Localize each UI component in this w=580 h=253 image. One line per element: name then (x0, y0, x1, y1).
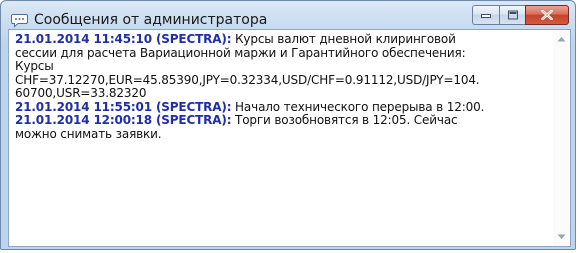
message-text: можно снимать заявки. (15, 126, 162, 141)
admin-messages-window: Сообщения от администратора 21.01.2014 1… (0, 0, 576, 250)
chat-bubble-icon (11, 13, 28, 28)
message-timestamp: 21.01.2014 11:45:10 (SPECTRA): (15, 32, 232, 46)
message-text: 60700,USR=33.82320 (15, 86, 147, 100)
scroll-down-icon[interactable] (557, 234, 566, 240)
message-text: Курсы (15, 59, 54, 73)
message-item: 21.01.2014 11:45:10 (SPECTRA): Курсы вал… (15, 32, 553, 101)
message-text: сессии для расчета Вариационной маржи и … (15, 45, 466, 60)
vertical-scrollbar[interactable] (553, 30, 570, 246)
message-item: 21.01.2014 12:00:18 (SPECTRA): Торги воз… (15, 113, 553, 141)
maximize-icon (507, 10, 518, 20)
message-text: Курсы валют дневной клиринговой (231, 32, 456, 46)
close-icon (541, 10, 553, 20)
window-title: Сообщения от администратора (34, 12, 268, 28)
message-text: Торги возобновятся в 12:05. Сейчас (231, 113, 458, 127)
minimize-icon (481, 14, 491, 18)
message-item: 21.01.2014 11:55:01 (SPECTRA): Начало те… (15, 99, 553, 115)
message-timestamp: 21.01.2014 11:55:01 (SPECTRA): (15, 99, 232, 114)
message-area[interactable]: 21.01.2014 11:45:10 (SPECTRA): Курсы вал… (8, 29, 571, 247)
message-list: 21.01.2014 11:45:10 (SPECTRA): Курсы вал… (15, 32, 553, 141)
maximize-button[interactable] (499, 5, 525, 25)
close-button[interactable] (525, 5, 569, 25)
message-text: Начало технического перерыва в 12:00. (231, 99, 485, 114)
minimize-button[interactable] (472, 5, 499, 25)
scroll-up-icon[interactable] (557, 36, 566, 42)
caption-buttons (472, 5, 569, 27)
message-text: CHF=37.12270,EUR=45.85390,JPY=0.32334,US… (15, 72, 480, 87)
message-timestamp: 21.01.2014 12:00:18 (SPECTRA): (15, 113, 232, 127)
